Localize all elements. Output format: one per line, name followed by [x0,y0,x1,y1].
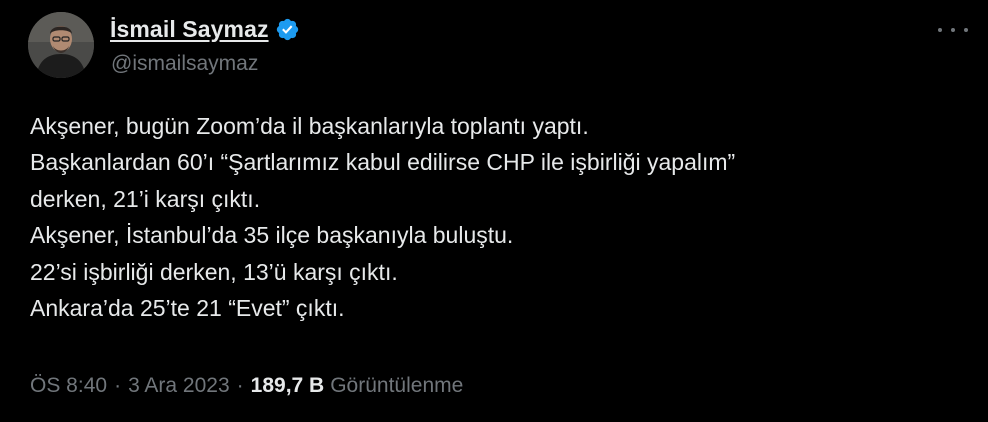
views-count[interactable]: 189,7 B [251,374,325,398]
meta-separator: · [236,374,244,397]
tweet-card: İsmail Saymaz @ismailsaymaz Akşener, bug… [0,0,988,422]
more-options-button[interactable] [938,20,968,40]
more-options-icon-dot [964,28,968,32]
tweet-date[interactable]: 3 Ara 2023 [128,374,230,398]
tweet-line: 22’si işbirliği derken, 13’ü karşı çıktı… [30,258,398,285]
tweet-line: Akşener, İstanbul’da 35 ilçe başkanıyla … [30,222,514,249]
tweet-line: Başkanlardan 60’ı “Şartlarımız kabul edi… [30,149,736,176]
meta-separator: · [114,374,122,397]
author-display-name[interactable]: İsmail Saymaz [110,16,269,43]
author-name-row: İsmail Saymaz [110,13,300,45]
more-options-icon [938,28,942,32]
verified-badge-icon[interactable] [275,17,300,42]
tweet-line: Ankara’da 25’te 21 “Evet” çıktı. [30,294,345,321]
tweet-text: Akşener, bugün Zoom’da il başkanlarıyla … [30,108,960,326]
avatar[interactable] [28,12,94,78]
author-handle[interactable]: @ismailsaymaz [111,52,258,76]
tweet-line: Akşener, bugün Zoom’da il başkanlarıyla … [30,113,589,139]
more-options-icon-dot [951,28,955,32]
tweet-time[interactable]: ÖS 8:40 [30,374,107,398]
views-label: Görüntülenme [330,374,464,397]
tweet-line: derken, 21’i karşı çıktı. [30,185,261,212]
tweet-metadata: ÖS 8:40 · 3 Ara 2023 · 189,7 B Görüntüle… [30,370,463,402]
